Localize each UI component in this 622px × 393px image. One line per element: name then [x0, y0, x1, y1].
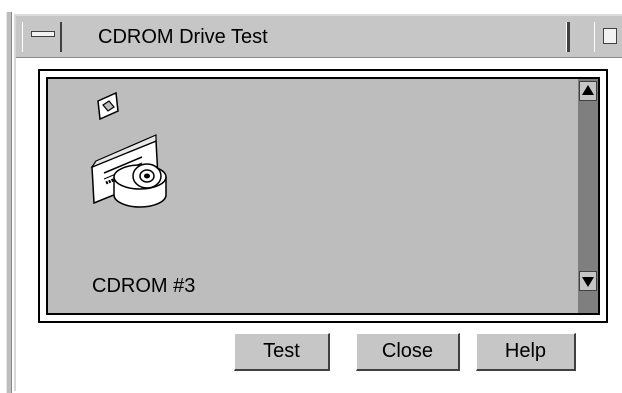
close-button[interactable]: Close: [356, 333, 460, 371]
arrow-up-icon: [582, 85, 594, 95]
test-button[interactable]: Test: [234, 333, 330, 371]
vertical-scrollbar[interactable]: [578, 79, 598, 313]
dialog-body: CDROM #3 Test Close Help: [16, 58, 622, 393]
device-panel-frame: CDROM #3: [38, 69, 608, 323]
maximize-button[interactable]: [594, 22, 622, 52]
device-label: CDROM #3: [92, 275, 196, 297]
device-list-panel: CDROM #3: [46, 77, 600, 315]
title-bar[interactable]: CDROM Drive Test: [16, 16, 622, 58]
cdrom-device-item[interactable]: [84, 91, 184, 222]
maximize-icon: [603, 28, 617, 44]
scroll-down-button[interactable]: [579, 271, 597, 291]
window-menu-button[interactable]: [22, 22, 62, 52]
help-button[interactable]: Help: [476, 333, 576, 371]
window-menu-icon: [31, 31, 55, 37]
window-title: CDROM Drive Test: [98, 26, 268, 48]
cdrom-drive-icon: [90, 91, 167, 208]
scroll-up-button[interactable]: [579, 81, 597, 101]
dialog-window: CDROM Drive Test CDROM #3 Test Close Hel…: [6, 12, 622, 393]
title-separator: [566, 22, 570, 52]
arrow-down-icon: [582, 277, 594, 287]
